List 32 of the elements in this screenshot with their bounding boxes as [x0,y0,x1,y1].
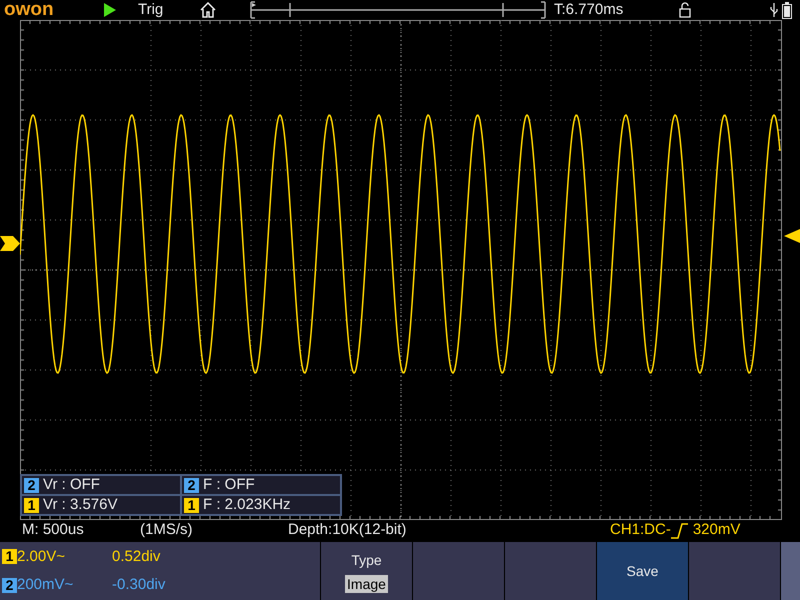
home-icon[interactable] [200,2,216,18]
save-button[interactable]: Save [596,542,688,600]
trigger-level-arrow-icon[interactable] [784,229,800,243]
usb-icon [770,2,778,18]
lock-icon [679,2,691,18]
channel-badge: 2 [2,578,17,593]
measurement-value: F : OFF [203,474,255,495]
timebase: M: 500us [22,520,85,540]
menu-value: Image [345,574,388,592]
channel-marker-icon[interactable] [0,236,20,251]
measurement-value: Vr : OFF [43,474,100,495]
battery-icon [782,2,792,18]
channel-offset: -0.30div [112,575,166,595]
channel-badge: 2 [24,478,39,492]
sample-rate: (1MS/s) [140,520,194,540]
menu-title: Type [351,550,382,570]
rising-edge-icon [670,522,689,538]
trigger-status: Trig [138,0,164,20]
channel-badge: 1 [184,498,199,512]
channel-scale: 2.00V~ [17,546,66,566]
brand-logo: owon [4,0,55,20]
channel-scale: 200mV~ [17,575,74,595]
channel-badge: 1 [2,549,17,564]
measurement-value: F : 2.023KHz [203,494,291,515]
trigger-level: 320mV [692,520,740,540]
measurement-value: Vr : 3.576V [43,494,118,515]
trigger-time: T:6.770ms [554,0,624,20]
trigger-source: CH1:DC- [610,520,671,540]
channel-badge: 2 [184,478,199,492]
channel-offset: 0.52div [112,546,160,566]
channel-badge: 1 [24,498,39,512]
play-icon[interactable] [104,3,116,17]
